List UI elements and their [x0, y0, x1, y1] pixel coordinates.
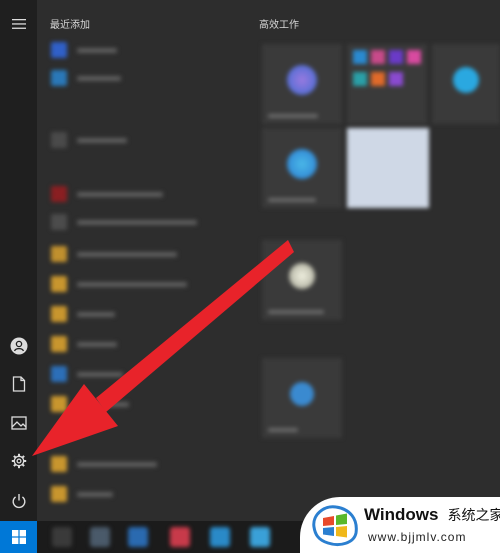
taskbar-icon[interactable] [90, 527, 110, 547]
start-menu-panel: 最近添加 高效工作 [37, 0, 500, 521]
tile[interactable] [262, 128, 342, 208]
tile[interactable] [262, 44, 342, 124]
app-icon [51, 132, 67, 148]
hamburger-icon [11, 19, 26, 29]
expand-menu-button[interactable] [0, 6, 37, 42]
document-icon [12, 376, 25, 392]
user-avatar-icon [10, 337, 27, 355]
app-icon [51, 396, 67, 412]
productivity-header: 高效工作 [259, 20, 299, 31]
tile[interactable] [432, 44, 500, 124]
taskbar-icon[interactable] [170, 527, 190, 547]
windows-flag-logo [312, 505, 358, 547]
picture-icon [10, 416, 27, 430]
tile[interactable] [262, 358, 342, 438]
app-icon [51, 186, 67, 202]
start-button[interactable] [0, 521, 37, 553]
account-button[interactable] [0, 328, 37, 364]
tile[interactable] [262, 240, 342, 320]
settings-button[interactable] [0, 443, 37, 479]
pictures-button[interactable] [0, 405, 37, 441]
power-button[interactable] [0, 483, 37, 519]
app-icon [51, 366, 67, 382]
app-icon [51, 456, 67, 472]
start-menu-rail [0, 0, 37, 553]
power-icon [12, 494, 25, 509]
app-icon [51, 70, 67, 86]
app-icon [51, 276, 67, 292]
app-icon [51, 246, 67, 262]
documents-button[interactable] [0, 366, 37, 402]
taskbar-icon[interactable] [52, 527, 72, 547]
tile-group[interactable] [347, 44, 427, 124]
watermark-brand: Windows [364, 505, 439, 524]
app-icon [51, 306, 67, 322]
taskbar-icon[interactable] [250, 527, 270, 547]
tile[interactable] [347, 128, 429, 208]
recent-header: 最近添加 [50, 20, 90, 31]
watermark-url: www.bjjmlv.com [368, 530, 467, 544]
windows-logo-icon [11, 530, 26, 544]
app-icon [51, 42, 67, 58]
app-icon [51, 336, 67, 352]
taskbar-icon[interactable] [128, 527, 148, 547]
app-icon [51, 486, 67, 502]
app-icon [51, 214, 67, 230]
gear-icon [11, 453, 26, 469]
watermark: Windows 系统之家 www.bjjmlv.com [300, 497, 500, 553]
taskbar-icon[interactable] [210, 527, 230, 547]
watermark-suffix: 系统之家 [447, 508, 500, 524]
